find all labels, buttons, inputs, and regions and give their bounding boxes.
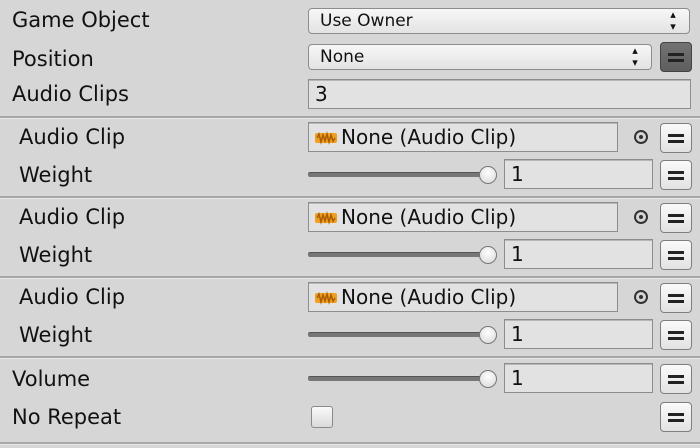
weight-label: Weight	[19, 163, 93, 187]
menu-icon	[668, 171, 684, 174]
weight-field[interactable]: 1	[504, 239, 653, 269]
audio-clip-field[interactable]: None (Audio Clip)	[308, 282, 618, 312]
divider	[0, 276, 700, 279]
divider	[0, 196, 700, 199]
weight-label: Weight	[19, 323, 93, 347]
no-repeat-menu-button[interactable]	[660, 402, 692, 432]
menu-icon	[668, 331, 684, 334]
position-dropdown-value: None	[320, 47, 365, 67]
audio-clips-label: Audio Clips	[12, 82, 129, 106]
audio-clip-icon	[315, 291, 337, 305]
audio-clip-menu-button[interactable]	[660, 283, 692, 313]
audio-clip-field[interactable]: None (Audio Clip)	[308, 122, 618, 152]
weight-menu-button[interactable]	[660, 160, 692, 190]
weight-slider-track[interactable]	[308, 332, 486, 337]
no-repeat-checkbox[interactable]	[311, 406, 333, 428]
audio-clip-value: None (Audio Clip)	[341, 285, 517, 309]
weight-slider-thumb[interactable]	[479, 326, 497, 344]
audio-clip-menu-button[interactable]	[660, 203, 692, 233]
volume-menu-button[interactable]	[660, 364, 692, 394]
audio-clip-label: Audio Clip	[19, 125, 126, 149]
menu-icon	[668, 134, 684, 137]
menu-icon	[668, 413, 684, 416]
menu-icon	[668, 375, 684, 378]
audio-clip-field[interactable]: None (Audio Clip)	[308, 202, 618, 232]
divider	[0, 442, 700, 445]
position-dropdown[interactable]: None ▴ ▾	[308, 44, 652, 70]
audio-clip-value: None (Audio Clip)	[341, 205, 517, 229]
weight-field[interactable]: 1	[504, 159, 653, 189]
object-picker-icon[interactable]	[634, 210, 648, 224]
position-menu-button[interactable]	[660, 42, 692, 72]
menu-icon	[668, 251, 684, 254]
volume-label: Volume	[12, 367, 91, 391]
object-picker-icon[interactable]	[634, 290, 648, 304]
audio-clip-menu-button[interactable]	[660, 123, 692, 153]
position-label: Position	[12, 47, 94, 71]
divider	[0, 356, 700, 359]
weight-slider-thumb[interactable]	[479, 166, 497, 184]
audio-clip-icon	[315, 131, 337, 145]
volume-slider-track[interactable]	[308, 376, 486, 381]
volume-slider-thumb[interactable]	[479, 370, 497, 388]
menu-icon	[668, 53, 684, 56]
weight-slider-track[interactable]	[308, 172, 486, 177]
weight-menu-button[interactable]	[660, 320, 692, 350]
weight-menu-button[interactable]	[660, 240, 692, 270]
audio-clip-label: Audio Clip	[19, 205, 126, 229]
divider	[0, 116, 700, 119]
dropdown-arrow-icon: ▴ ▾	[632, 44, 638, 69]
weight-slider-track[interactable]	[308, 252, 486, 257]
weight-label: Weight	[19, 243, 93, 267]
object-picker-icon[interactable]	[634, 130, 648, 144]
game-object-dropdown[interactable]: Use Owner ▴ ▾	[308, 8, 690, 34]
audio-clip-icon	[315, 211, 337, 225]
menu-icon	[668, 294, 684, 297]
weight-slider-thumb[interactable]	[479, 246, 497, 264]
no-repeat-label: No Repeat	[12, 405, 122, 429]
audio-clips-count-field[interactable]: 3	[308, 79, 691, 109]
inspector-panel: Game Object Use Owner ▴ ▾ Position None ▴…	[0, 0, 700, 448]
menu-icon	[668, 214, 684, 217]
audio-clip-value: None (Audio Clip)	[341, 125, 517, 149]
dropdown-arrow-icon: ▴ ▾	[670, 8, 676, 33]
weight-field[interactable]: 1	[504, 319, 653, 349]
volume-field[interactable]: 1	[504, 363, 653, 393]
audio-clip-label: Audio Clip	[19, 285, 126, 309]
game-object-dropdown-value: Use Owner	[320, 11, 413, 31]
game-object-label: Game Object	[12, 8, 150, 32]
